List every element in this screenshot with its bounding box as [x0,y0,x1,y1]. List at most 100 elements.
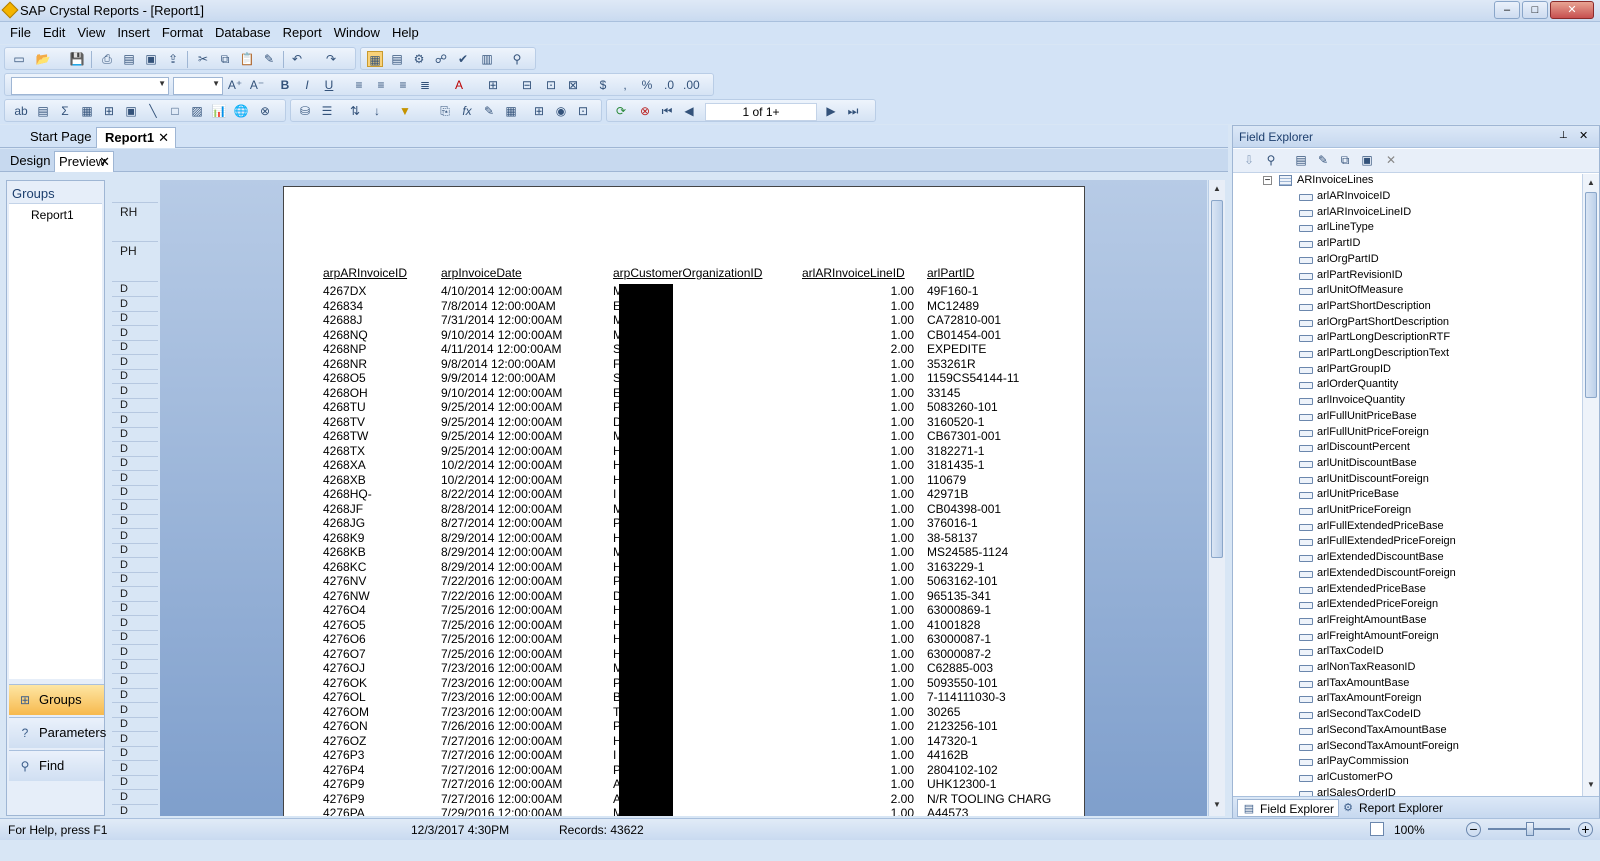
field-item[interactable]: arlUnitDiscountBase [1317,457,1417,469]
field-item[interactable]: arlPartShortDescription [1317,300,1431,312]
edit-field-icon[interactable]: ✎ [1315,152,1331,168]
field-item[interactable]: arlTaxAmountBase [1317,677,1409,689]
previous-page-icon[interactable]: ◀ [681,103,697,119]
repository-explorer-icon[interactable]: ☍ [433,51,449,67]
currency-icon[interactable]: $ [595,77,611,93]
menu-view[interactable]: View [71,22,111,40]
field-item[interactable]: arlSecondTaxAmountForeign [1317,740,1459,752]
increase-decimals-icon[interactable]: .0 [661,77,677,93]
field-item[interactable]: arlPayCommission [1317,755,1409,767]
refresh-icon[interactable]: ⟳ [613,103,629,119]
menu-report[interactable]: Report [277,22,328,40]
field-item[interactable]: arlExtendedPriceForeign [1317,598,1438,610]
new-icon[interactable]: ▭ [11,51,27,67]
group-tree-node-report1[interactable]: Report1 [31,208,74,222]
section-expert-icon[interactable]: ⎘ [437,103,453,119]
workbench-icon[interactable]: ▥ [479,51,495,67]
browse-data-icon[interactable]: ⚲ [1263,152,1279,168]
insert-crosstab-icon[interactable]: ▦ [79,103,95,119]
paste-icon[interactable]: 📋 [239,51,255,67]
last-page-icon[interactable]: ⏭ [845,103,861,119]
decrease-decimals-icon[interactable]: .00 [683,77,700,93]
tab-start-page[interactable]: Start Page [22,127,99,148]
insert-box-icon[interactable]: □ [167,103,183,119]
percent-icon[interactable]: % [639,77,655,93]
insert-picture-icon[interactable]: ▨ [189,103,205,119]
save-icon[interactable]: 💾 [69,51,85,67]
groups-nav-button[interactable]: ⊞ Groups [9,684,104,715]
preview-vertical-scrollbar[interactable]: ▲ ▼ [1208,180,1225,816]
highlighting-icon[interactable]: ✎ [481,103,497,119]
export-icon[interactable]: ⇪ [165,51,181,67]
menu-window[interactable]: Window [328,22,386,40]
field-item[interactable]: arlTaxCodeID [1317,645,1384,657]
tab-report1[interactable]: Report1 ✕ [96,127,176,148]
field-item[interactable]: arlTaxAmountForeign [1317,692,1422,704]
field-item[interactable]: arlPartGroupID [1317,363,1391,375]
field-explorer-icon[interactable]: ▤ [389,51,405,67]
cut-icon[interactable]: ✂ [195,51,211,67]
decrease-font-icon[interactable]: A⁻ [249,77,265,93]
toggle-field-view-icon[interactable]: ▦ [367,51,383,67]
field-item[interactable]: arlFullUnitPriceBase [1317,410,1417,422]
report-options-icon[interactable]: ⊡ [575,103,591,119]
insert-line-icon[interactable]: ╲ [145,103,161,119]
field-item[interactable]: arlExtendedDiscountForeign [1317,567,1456,579]
group-expert-icon[interactable]: ☰ [319,103,335,119]
dependency-checker-icon[interactable]: ✔ [455,51,471,67]
increase-font-icon[interactable]: A⁺ [227,77,243,93]
field-item[interactable]: arlPartID [1317,237,1360,249]
map-expert-icon[interactable]: ◉ [553,103,569,119]
field-item[interactable]: arlOrderQuantity [1317,378,1398,390]
field-item[interactable]: arlPartLongDescriptionText [1317,347,1449,359]
field-item[interactable]: arlFullExtendedPriceBase [1317,520,1444,532]
page-setup-icon[interactable]: ▣ [143,51,159,67]
first-page-icon[interactable]: ⏮ [659,103,675,119]
field-item[interactable]: arlSalesOrderID [1317,787,1396,796]
tab-design[interactable]: Design [6,151,54,172]
pin-icon[interactable]: ⊥ [1559,130,1568,141]
insert-to-report-icon[interactable]: ⇩ [1241,152,1257,168]
insert-group-icon[interactable]: ▤ [35,103,51,119]
scroll-down-icon[interactable]: ▼ [1210,798,1224,812]
rename-field-icon[interactable]: ▣ [1359,152,1375,168]
minimize-button[interactable]: – [1494,1,1520,19]
field-item[interactable]: arlExtendedPriceBase [1317,583,1426,595]
menu-edit[interactable]: Edit [37,22,71,40]
format-painter-icon[interactable]: ✎ [261,51,277,67]
field-item[interactable]: arlFreightAmountBase [1317,614,1426,626]
page-number-field[interactable]: 1 of 1+ [705,103,817,121]
zoom-out-icon[interactable]: − [1466,822,1481,837]
redo-icon[interactable]: ↷ [323,51,339,67]
underline-icon[interactable]: U [321,77,337,93]
maximize-button[interactable]: □ [1522,1,1548,19]
italic-icon[interactable]: I [299,77,315,93]
sort-expert-icon[interactable]: ⇅ [347,103,363,119]
database-expert-icon[interactable]: ⛁ [297,103,313,119]
binoculars-icon[interactable]: ⚲ [509,51,525,67]
field-item[interactable]: arlSecondTaxCodeID [1317,708,1421,720]
suppress-icon[interactable]: ⊟ [519,77,535,93]
report-explorer-icon[interactable]: ⚙ [411,51,427,67]
copy-icon[interactable]: ⧉ [217,51,233,67]
borders-icon[interactable]: ⊞ [485,77,501,93]
scrollbar-thumb[interactable] [1585,192,1597,398]
insert-map-icon[interactable]: 🌐 [233,103,249,119]
field-item[interactable]: arlOrgPartID [1317,253,1379,265]
close-tab-icon[interactable]: ✕ [158,128,169,148]
print-preview-icon[interactable]: ▤ [121,51,137,67]
formula-workshop-icon[interactable]: fx [459,103,475,119]
field-item[interactable]: arlUnitPriceForeign [1317,504,1411,516]
thousands-icon[interactable]: , [617,77,633,93]
field-item[interactable]: arlOrgPartShortDescription [1317,316,1449,328]
parameters-nav-button[interactable]: ? Parameters [9,717,106,748]
bold-icon[interactable]: B [277,77,293,93]
field-item[interactable]: arlPartRevisionID [1317,269,1403,281]
field-item[interactable]: arlNonTaxReasonID [1317,661,1415,673]
tab-preview[interactable]: Preview ✕ [54,151,114,172]
menu-format[interactable]: Format [156,22,209,40]
menu-file[interactable]: File [0,22,37,40]
font-color-icon[interactable]: A [451,77,467,93]
scrollbar-thumb[interactable] [1211,200,1223,558]
insert-summary-icon[interactable]: Σ [57,103,73,119]
